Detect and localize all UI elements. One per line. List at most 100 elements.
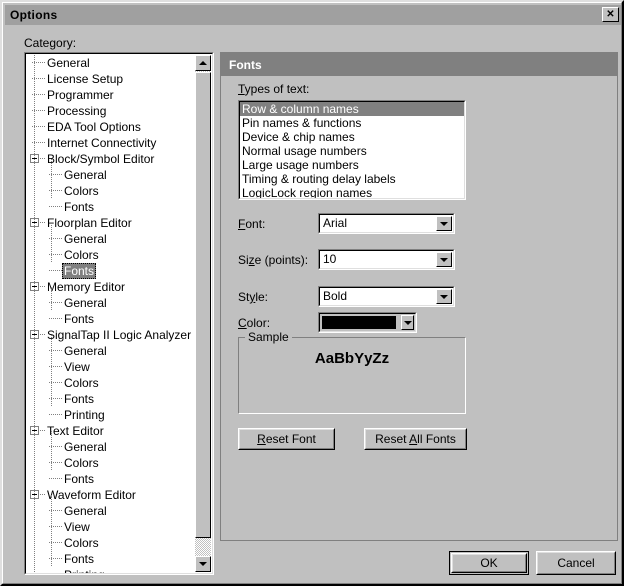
category-tree[interactable]: General License Setup Programmer Processing…	[24, 52, 214, 575]
tree-item-label: Floorplan Editor	[47, 216, 132, 230]
font-label: Font:	[238, 217, 265, 231]
tree-child-rail	[51, 495, 52, 567]
chevron-down-icon[interactable]	[401, 315, 414, 330]
size-arrow-glyph	[440, 257, 448, 262]
color-arrow-glyph	[403, 320, 412, 325]
tree-item[interactable]: Fonts	[26, 471, 196, 487]
tree-item[interactable]: Fonts	[26, 263, 196, 279]
list-item[interactable]: Row & column names	[240, 102, 464, 116]
tree-connector	[49, 206, 63, 207]
font-label-post: nt:	[252, 217, 266, 231]
tree-item-label: Printing	[64, 408, 105, 422]
tree-item-label: General	[64, 232, 107, 246]
chevron-down-icon[interactable]	[436, 216, 452, 231]
types-list-frame: Row & column names Pin names & functions D…	[239, 101, 465, 199]
tree-item-label: General	[47, 56, 90, 70]
style-label-pre: St	[238, 290, 250, 304]
style-combobox-value: Bold	[323, 289, 348, 303]
reset-all-mn: A	[409, 432, 418, 446]
tree-item-label: Printing	[62, 567, 107, 573]
tree-item-label: General	[64, 344, 107, 358]
style-combobox[interactable]: Bold	[318, 286, 455, 307]
reset-font-label: Reset Font	[257, 432, 316, 446]
tree-item-label: General	[64, 504, 107, 518]
ok-button-inner: OK	[452, 554, 526, 572]
tree-item-label: Programmer	[47, 88, 114, 102]
title-bar[interactable]: Options ✕	[5, 5, 621, 25]
tree-item[interactable]: Programmer	[26, 87, 196, 103]
ok-button[interactable]: OK	[451, 553, 527, 573]
tree-item[interactable]: Printing	[26, 567, 196, 573]
tree-item-label: Colors	[64, 376, 99, 390]
options-dialog: Options ✕ Category: General License Setup…	[0, 0, 624, 586]
tree-item-label: Waveform Editor	[47, 488, 136, 502]
tree-item[interactable]: License Setup	[26, 71, 196, 87]
tree-child-rail	[51, 287, 52, 311]
tree-item[interactable]: Fonts	[26, 311, 196, 327]
reset-font-button[interactable]: Reset Font	[238, 428, 335, 450]
types-label-rest: ypes of text:	[244, 82, 310, 96]
list-item[interactable]: Timing & routing delay labels	[240, 172, 464, 186]
tree-item-label: Fonts	[64, 200, 95, 214]
reset-font-rest: eset Font	[265, 432, 316, 446]
tree-scrollbar[interactable]	[195, 55, 211, 572]
tree-connector	[49, 414, 63, 415]
tree-child-rail	[51, 431, 52, 471]
panel-header: Fonts	[221, 53, 617, 76]
close-icon[interactable]: ✕	[602, 7, 619, 22]
cancel-button[interactable]: Cancel	[536, 551, 616, 575]
size-combobox-value: 10	[323, 252, 337, 266]
list-item[interactable]: Device & chip names	[240, 130, 464, 144]
ok-button-default-frame: OK	[449, 551, 529, 575]
color-label: Color:	[238, 316, 270, 330]
types-of-text-listbox[interactable]: Row & column names Pin names & functions D…	[238, 100, 466, 200]
style-combobox-frame: Bold	[319, 287, 454, 306]
size-label-pre: Si	[238, 253, 249, 267]
list-item[interactable]: Normal usage numbers	[240, 144, 464, 158]
panel-title: Fonts	[229, 57, 262, 72]
list-item[interactable]: Large usage numbers	[240, 158, 464, 172]
scroll-up-icon[interactable]	[195, 55, 211, 71]
tree-item[interactable]: Internet Connectivity	[26, 135, 196, 151]
color-combobox[interactable]	[318, 312, 417, 333]
tree-item-label: Processing	[47, 104, 107, 118]
tree-item[interactable]: Fonts	[26, 199, 196, 215]
tree-connector	[49, 478, 63, 479]
sample-preview-text: AaBbYyZz	[314, 350, 390, 367]
category-label: Category:	[24, 36, 77, 50]
font-arrow-glyph	[440, 221, 448, 226]
font-combobox[interactable]: Arial	[318, 213, 455, 234]
tree-item-label: Text Editor	[47, 424, 104, 438]
font-combobox-frame: Arial	[319, 214, 454, 233]
tree-item-label: SignalTap II Logic Analyzer	[47, 328, 192, 342]
tree-item[interactable]: Processing	[26, 103, 196, 119]
reset-all-fonts-button[interactable]: Reset All Fonts	[364, 428, 467, 450]
category-tree-content: General License Setup Programmer Processing…	[26, 55, 196, 573]
tree-item-label: General	[64, 440, 107, 454]
reset-font-button-inner: Reset Font	[239, 429, 334, 449]
sample-legend: Sample	[245, 330, 292, 344]
sample-groupbox: AaBbYyZz	[238, 337, 466, 414]
list-item[interactable]: Pin names & functions	[240, 116, 464, 130]
tree-item[interactable]: Printing	[26, 407, 196, 423]
color-combobox-frame	[319, 313, 416, 332]
chevron-down-icon[interactable]	[436, 252, 452, 267]
style-label: Style:	[238, 290, 268, 304]
chevron-down-icon[interactable]	[436, 289, 452, 304]
scroll-down-icon[interactable]	[195, 556, 211, 572]
style-arrow-glyph	[440, 294, 448, 299]
tree-item-label: Colors	[64, 536, 99, 550]
tree-item-label: Fonts	[62, 263, 97, 279]
tree-item[interactable]: EDA Tool Options	[26, 119, 196, 135]
tree-item-label: Colors	[64, 248, 99, 262]
color-label-post: lor:	[253, 316, 271, 330]
tree-item-label: License Setup	[47, 72, 124, 86]
tree-item[interactable]: General	[26, 55, 196, 71]
size-combobox[interactable]: 10	[318, 249, 455, 270]
list-item[interactable]: LogicLock region names	[240, 186, 464, 198]
tree-item-label: Fonts	[64, 552, 95, 566]
reset-all-fonts-button-inner: Reset All Fonts	[365, 429, 466, 449]
tree-item-label: View	[64, 360, 90, 374]
scrollbar-thumb[interactable]	[195, 72, 211, 538]
tree-connector	[49, 270, 63, 271]
